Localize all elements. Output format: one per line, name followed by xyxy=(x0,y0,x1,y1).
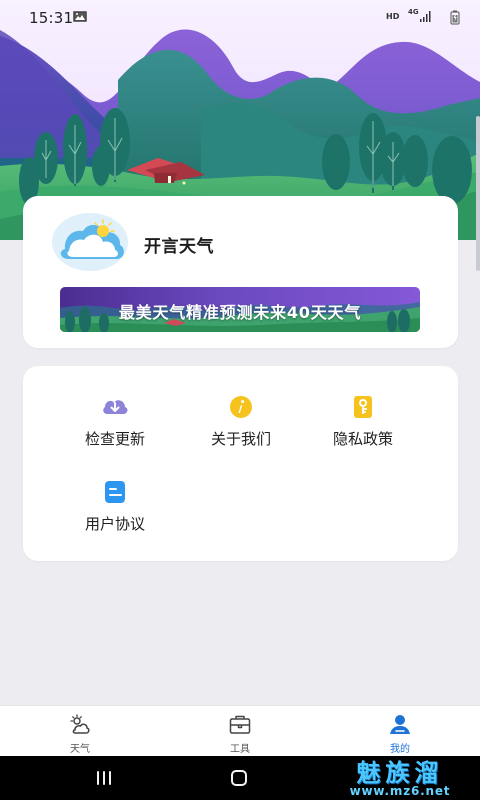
battery-icon xyxy=(450,10,460,25)
promo-banner-text: 最美天气精准预测未来40天天气 xyxy=(118,303,362,322)
tab-mine[interactable]: 我的 xyxy=(355,713,445,755)
watermark: 魅族溜 www.mz6.net xyxy=(338,758,462,799)
user-agreement-item[interactable]: 用户协议 xyxy=(59,478,171,540)
tab-mine-label: 我的 xyxy=(390,744,410,755)
toolbox-icon xyxy=(229,715,251,734)
recent-apps-icon[interactable] xyxy=(95,771,113,785)
scrollbar[interactable] xyxy=(476,116,480,271)
agreement-icon xyxy=(105,481,125,503)
privacy-key-icon xyxy=(354,396,372,418)
check-update-item[interactable]: 检查更新 xyxy=(59,393,171,455)
tab-tools[interactable]: 工具 xyxy=(195,713,285,755)
system-navigation-bar: 魅族溜 www.mz6.net xyxy=(0,756,480,800)
privacy-policy-item[interactable]: 隐私政策 xyxy=(307,393,419,455)
app-name: 开言天气 xyxy=(144,237,214,257)
check-update-label: 检查更新 xyxy=(84,430,145,448)
app-profile-card: 开言天气 最美天气精准预测未来40天天气 xyxy=(23,196,458,348)
user-agreement-label: 用户协议 xyxy=(84,515,145,533)
network-type-indicator: 4G xyxy=(408,8,419,16)
bottom-tab-bar: 天气 工具 我的 xyxy=(0,705,480,757)
status-right-group: HD 4G xyxy=(386,8,460,26)
watermark-title: 魅族溜 xyxy=(356,758,444,787)
tab-tools-label: 工具 xyxy=(230,744,250,755)
settings-menu-card: 检查更新 关于我们 隐私政策 用户协议 xyxy=(23,366,458,561)
info-icon xyxy=(230,396,252,418)
profile-icon xyxy=(390,715,410,734)
status-time: 15:31 xyxy=(29,9,74,27)
hd-indicator: HD xyxy=(386,12,400,21)
watermark-url: www.mz6.net xyxy=(349,784,451,798)
cloud-download-icon xyxy=(103,400,128,414)
tab-weather[interactable]: 天气 xyxy=(35,713,125,755)
app-screen: 15:31 HD 4G 开言天气 最美天气精准预测未来40天天气 检查更新 关于… xyxy=(0,0,480,800)
weather-icon xyxy=(70,714,90,734)
about-us-label: 关于我们 xyxy=(210,430,271,448)
signal-icon xyxy=(420,11,431,22)
tab-weather-label: 天气 xyxy=(70,744,90,755)
home-icon[interactable] xyxy=(230,769,248,787)
promo-banner[interactable]: 最美天气精准预测未来40天天气 xyxy=(60,287,420,332)
gallery-icon xyxy=(73,11,87,22)
privacy-policy-label: 隐私政策 xyxy=(332,430,393,448)
about-us-item[interactable]: 关于我们 xyxy=(185,393,297,455)
cloud-sun-icon xyxy=(52,213,128,271)
status-bar: 15:31 HD 4G xyxy=(0,0,480,34)
